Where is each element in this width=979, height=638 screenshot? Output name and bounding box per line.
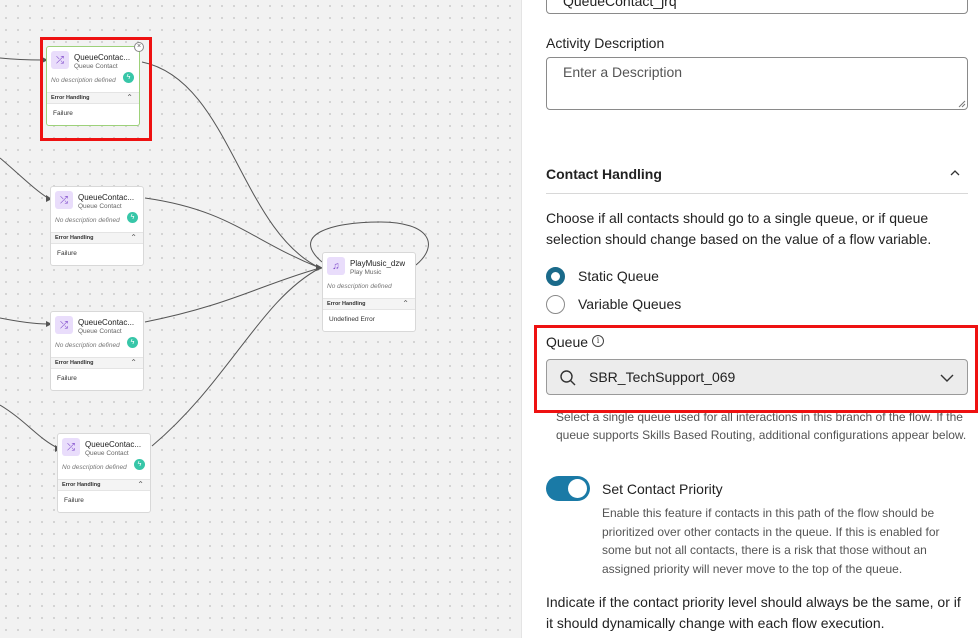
variable-queues-label[interactable]: Variable Queues bbox=[578, 296, 681, 312]
contact-handling-text: Choose if all contacts should go to a si… bbox=[546, 210, 932, 247]
activity-description-field[interactable]: Enter a Description bbox=[546, 57, 968, 110]
error-handling-label: Error Handling bbox=[62, 482, 101, 488]
contact-priority-toggle[interactable] bbox=[546, 476, 590, 501]
error-handling-header[interactable]: Error Handling ⌃ bbox=[51, 232, 143, 244]
error-handling-label: Error Handling bbox=[327, 301, 366, 307]
node-subtitle: Queue Contact bbox=[78, 328, 122, 335]
chevron-up-icon[interactable] bbox=[948, 166, 962, 180]
node-subtitle: Queue Contact bbox=[78, 203, 122, 210]
shuffle-icon: ⤮ bbox=[62, 438, 80, 456]
bolt-icon[interactable]: ϟ bbox=[127, 212, 138, 223]
failure-output: Failure bbox=[57, 375, 77, 382]
node-subtitle: Play Music bbox=[350, 269, 382, 276]
contact-priority-help: Enable this feature if contacts in this … bbox=[602, 506, 940, 576]
node-description: No description defined bbox=[327, 283, 392, 290]
failure-output: Failure bbox=[64, 497, 84, 504]
queue-contact-node[interactable]: ⤮ QueueContac... Queue Contact No descri… bbox=[57, 433, 151, 513]
static-queue-label[interactable]: Static Queue bbox=[578, 268, 659, 284]
node-title: QueueContac... bbox=[85, 440, 142, 449]
resize-handle-icon[interactable] bbox=[958, 100, 966, 108]
properties-panel: QueueContact_jrq Activity Description En… bbox=[521, 0, 979, 638]
bolt-icon[interactable]: ϟ bbox=[127, 337, 138, 348]
section-divider bbox=[546, 193, 968, 194]
highlight-box-queue bbox=[534, 325, 978, 413]
highlight-box-node bbox=[40, 37, 152, 141]
node-subtitle: Queue Contact bbox=[85, 450, 129, 457]
play-music-node[interactable]: ♫ PlayMusic_dzw Play Music No descriptio… bbox=[322, 252, 416, 332]
error-handling-header[interactable]: Error Handling ⌃ bbox=[51, 357, 143, 369]
priority-level-text: Indicate if the contact priority level s… bbox=[546, 594, 961, 631]
activity-description-label: Activity Description bbox=[546, 35, 665, 51]
shuffle-icon: ⤮ bbox=[55, 316, 73, 334]
node-description: No description defined bbox=[55, 217, 120, 224]
node-description: No description defined bbox=[62, 464, 127, 471]
node-description: No description defined bbox=[55, 342, 120, 349]
activity-name-field[interactable]: QueueContact_jrq bbox=[546, 0, 968, 14]
chevron-up-icon[interactable]: ⌃ bbox=[137, 480, 144, 489]
error-handling-label: Error Handling bbox=[55, 235, 94, 241]
undefined-error-output: Undefined Error bbox=[329, 316, 375, 323]
queue-help-text: Select a single queue used for all inter… bbox=[556, 410, 967, 442]
variable-queues-radio[interactable] bbox=[546, 295, 565, 314]
node-title: QueueContac... bbox=[78, 193, 135, 202]
node-title: QueueContac... bbox=[78, 318, 135, 327]
static-queue-radio[interactable] bbox=[546, 267, 565, 286]
error-handling-header[interactable]: Error Handling ⌃ bbox=[58, 479, 150, 491]
music-note-icon: ♫ bbox=[327, 257, 345, 275]
chevron-up-icon[interactable]: ⌃ bbox=[130, 358, 137, 367]
queue-contact-node[interactable]: ⤮ QueueContac... Queue Contact No descri… bbox=[50, 186, 144, 266]
bolt-icon[interactable]: ϟ bbox=[134, 459, 145, 470]
chevron-up-icon[interactable]: ⌃ bbox=[402, 299, 409, 308]
failure-output: Failure bbox=[57, 250, 77, 257]
queue-contact-node[interactable]: ⤮ QueueContac... Queue Contact No descri… bbox=[50, 311, 144, 391]
toggle-knob bbox=[568, 479, 587, 498]
contact-handling-title: Contact Handling bbox=[546, 166, 662, 182]
contact-priority-label: Set Contact Priority bbox=[602, 481, 723, 497]
activity-description-placeholder: Enter a Description bbox=[563, 64, 683, 80]
flow-canvas[interactable]: ⤮ QueueContac... Queue Contact No descri… bbox=[0, 0, 521, 638]
shuffle-icon: ⤮ bbox=[55, 191, 73, 209]
error-handling-label: Error Handling bbox=[55, 360, 94, 366]
error-handling-header[interactable]: Error Handling ⌃ bbox=[323, 298, 415, 310]
node-title: PlayMusic_dzw bbox=[350, 259, 406, 268]
chevron-up-icon[interactable]: ⌃ bbox=[130, 233, 137, 242]
